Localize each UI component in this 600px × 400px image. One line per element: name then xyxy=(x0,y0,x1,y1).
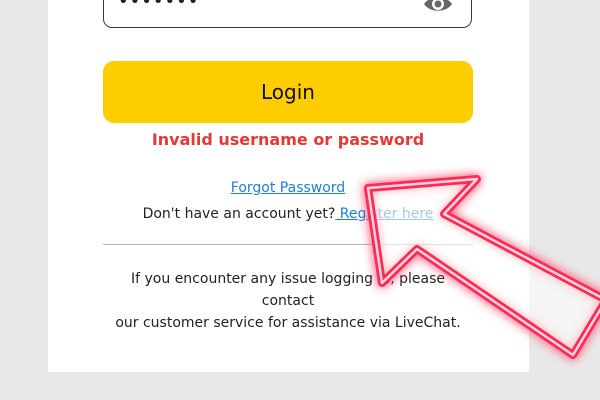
login-button[interactable]: Login xyxy=(103,61,473,123)
signup-prompt: Don't have an account yet? Register here xyxy=(103,205,473,223)
login-page: ••••••• Login Invalid username or passwo… xyxy=(0,0,600,400)
help-text-line-2: our customer service for assistance via … xyxy=(115,315,461,331)
eye-icon[interactable] xyxy=(422,0,454,16)
help-text: If you encounter any issue logging in, p… xyxy=(103,268,473,334)
error-message: Invalid username or password xyxy=(151,130,425,149)
register-link[interactable]: Register here xyxy=(335,206,434,222)
forgot-password-link[interactable]: Forgot Password xyxy=(103,179,473,197)
divider xyxy=(103,244,473,245)
signup-prompt-text: Don't have an account yet? xyxy=(142,206,336,222)
password-value: ••••••• xyxy=(118,0,200,12)
help-text-line-1: If you encounter any issue logging in, p… xyxy=(131,271,445,309)
